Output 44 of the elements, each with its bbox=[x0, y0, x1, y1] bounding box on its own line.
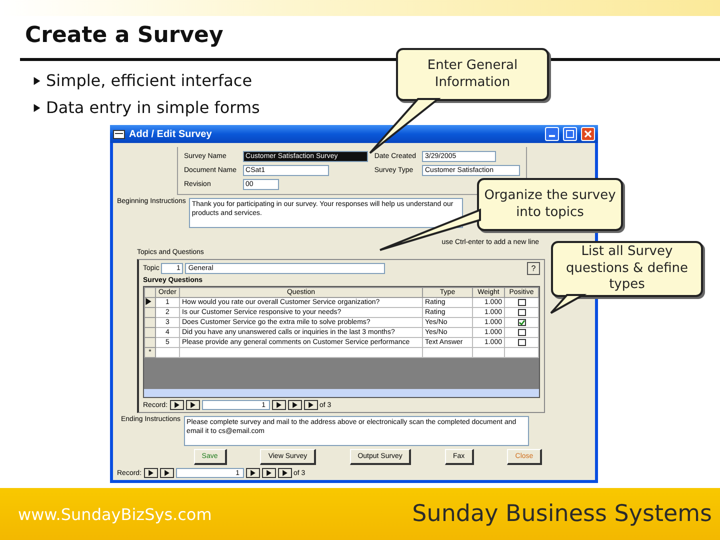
checkbox[interactable] bbox=[518, 308, 526, 316]
new-record-button[interactable] bbox=[278, 468, 292, 478]
callout: Organize the survey into topics bbox=[477, 178, 623, 231]
bullet-text: Simple, efficient interface bbox=[46, 71, 252, 90]
new-record-icon bbox=[308, 402, 314, 408]
maximize-icon bbox=[566, 130, 574, 138]
last-record-button[interactable] bbox=[288, 400, 302, 410]
row-selector[interactable] bbox=[144, 298, 156, 308]
checkbox[interactable] bbox=[518, 338, 526, 346]
first-record-button[interactable] bbox=[170, 400, 184, 410]
form-icon bbox=[113, 130, 125, 138]
bullet-text: Data entry in simple forms bbox=[46, 98, 260, 117]
bullet-icon bbox=[33, 76, 41, 84]
window-title: Add / Edit Survey bbox=[129, 128, 213, 140]
checkbox[interactable] bbox=[518, 328, 526, 336]
previous-icon bbox=[190, 402, 196, 408]
checkbox[interactable] bbox=[518, 298, 526, 306]
previous-icon bbox=[164, 470, 170, 476]
close-button[interactable] bbox=[581, 127, 595, 141]
new-record-icon bbox=[282, 470, 288, 476]
new-record-button[interactable] bbox=[304, 400, 318, 410]
minimize-button[interactable] bbox=[545, 127, 559, 141]
slide-title: Create a Survey bbox=[25, 22, 224, 50]
bullet-icon bbox=[33, 104, 41, 112]
last-icon bbox=[266, 470, 272, 476]
last-icon bbox=[292, 402, 298, 408]
horizontal-scrollbar[interactable] bbox=[144, 389, 539, 397]
previous-record-button[interactable] bbox=[160, 468, 174, 478]
website-text: www.SundayBizSys.com bbox=[18, 504, 212, 524]
previous-record-button[interactable] bbox=[186, 400, 200, 410]
first-record-button[interactable] bbox=[144, 468, 158, 478]
next-record-button[interactable] bbox=[272, 400, 286, 410]
first-icon bbox=[148, 470, 154, 476]
callout-pointer bbox=[549, 293, 585, 315]
checkbox[interactable] bbox=[518, 318, 526, 326]
company-name: Sunday Business Systems bbox=[412, 501, 712, 527]
close-icon bbox=[584, 130, 592, 138]
first-icon bbox=[174, 402, 180, 408]
last-record-button[interactable] bbox=[262, 468, 276, 478]
next-icon bbox=[276, 402, 282, 408]
help-button[interactable]: ? bbox=[527, 262, 540, 275]
next-record-button[interactable] bbox=[246, 468, 260, 478]
maximize-button[interactable] bbox=[563, 127, 577, 141]
next-icon bbox=[250, 470, 256, 476]
